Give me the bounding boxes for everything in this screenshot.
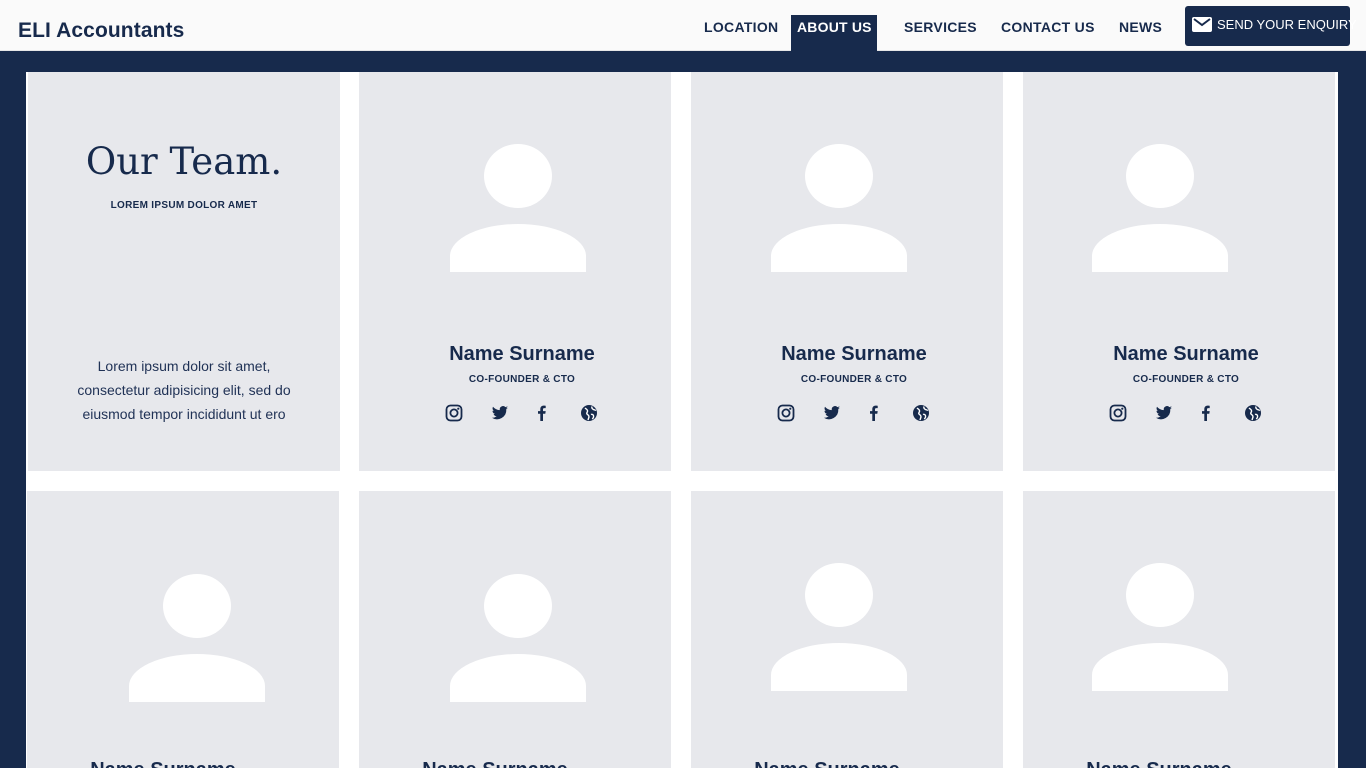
member-name: Name Surname [7,759,319,768]
nav-services[interactable]: SERVICES [904,19,977,35]
team-member-card: Name Surname CO-FOUNDER & CTO [691,72,1003,471]
member-socials [691,404,1003,424]
team-title: Our Team. [85,140,283,183]
member-name: Name Surname [339,759,651,768]
member-socials [359,404,671,424]
avatar-placeholder-icon [771,144,907,272]
team-intro-card: Our Team. LOREM IPSUM DOLOR AMET Lorem i… [28,72,340,471]
avatar-placeholder-icon [1092,144,1228,272]
instagram-icon[interactable] [445,404,463,422]
member-socials [1023,404,1335,424]
send-enquiry-button[interactable]: SEND YOUR ENQUIRY [1185,6,1357,46]
team-member-card: Name Surname [27,491,339,768]
member-name: Name Surname [781,343,927,365]
twitter-icon[interactable] [491,404,509,422]
facebook-icon[interactable] [533,404,551,422]
mail-icon [1192,17,1212,32]
brand-logo[interactable]: ELI Accountants [18,19,184,43]
member-name: Name Surname [1113,343,1259,365]
twitter-icon[interactable] [1155,404,1173,422]
team-member-card: Name Surname [1023,491,1335,768]
member-role: CO-FOUNDER & CTO [468,374,576,385]
member-name: Name Surname [449,343,595,365]
facebook-icon[interactable] [865,404,883,422]
member-role: CO-FOUNDER & CTO [800,374,908,385]
twitter-icon[interactable] [823,404,841,422]
team-member-card: Name Surname [691,491,1003,768]
globe-icon[interactable] [580,404,598,422]
nav-contact-us[interactable]: CONTACT US [1001,19,1095,35]
avatar-placeholder-icon [450,144,586,272]
avatar-placeholder-icon [1092,563,1228,691]
globe-icon[interactable] [912,404,930,422]
team-member-card: Name Surname CO-FOUNDER & CTO [1023,72,1335,471]
instagram-icon[interactable] [777,404,795,422]
member-role: CO-FOUNDER & CTO [1132,374,1240,385]
facebook-icon[interactable] [1197,404,1215,422]
team-description: Lorem ipsum dolor sit amet, consectetur … [77,358,291,422]
avatar-placeholder-icon [129,574,265,702]
team-subtitle: LOREM IPSUM DOLOR AMET [110,200,258,211]
globe-icon[interactable] [1244,404,1262,422]
team-member-card: Name Surname CO-FOUNDER & CTO [359,72,671,471]
avatar-placeholder-icon [771,563,907,691]
member-name: Name Surname [1003,759,1315,768]
instagram-icon[interactable] [1109,404,1127,422]
member-name: Name Surname [671,759,983,768]
nav-news[interactable]: NEWS [1119,19,1162,35]
avatar-placeholder-icon [450,574,586,702]
send-enquiry-label: SEND YOUR ENQUIRY [1217,17,1357,32]
team-member-card: Name Surname [359,491,671,768]
nav-location[interactable]: LOCATION [704,19,778,35]
top-header: ELI Accountants LOCATION ABOUT US SERVIC… [0,0,1366,51]
nav-about-us[interactable]: ABOUT US [791,15,877,51]
